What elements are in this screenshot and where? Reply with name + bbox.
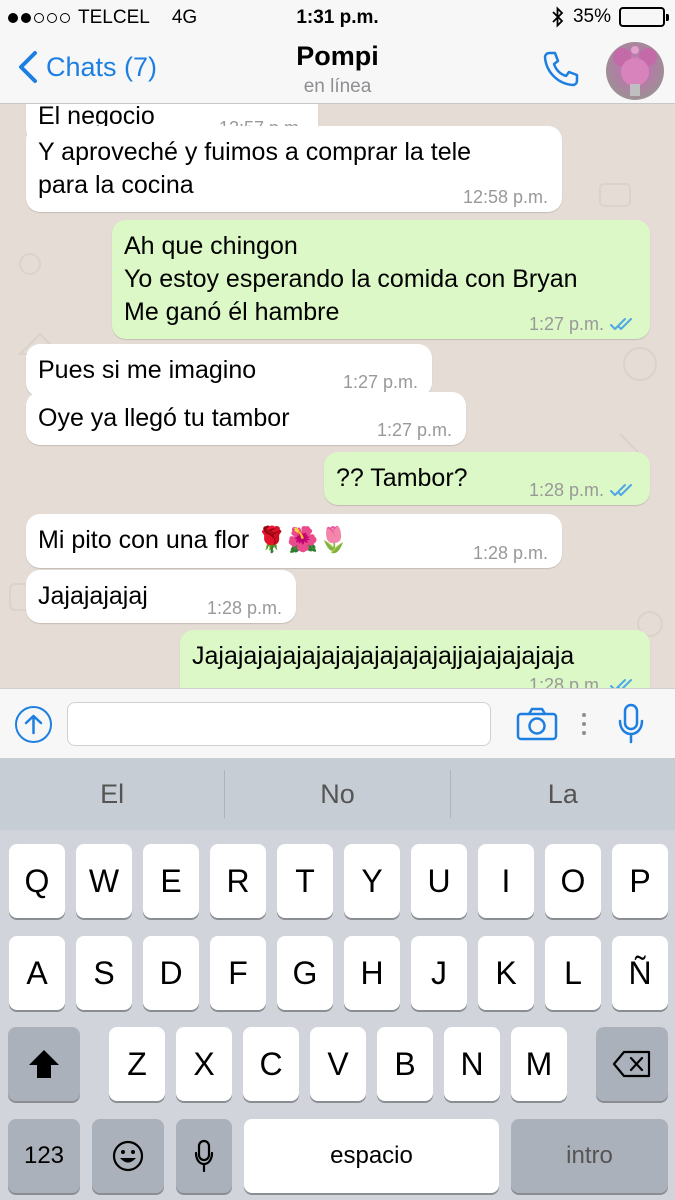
key-j[interactable]: J	[411, 936, 467, 1010]
key-l[interactable]: L	[545, 936, 601, 1010]
key-ñ[interactable]: Ñ	[612, 936, 668, 1010]
message-timestamp: 1:28 p.m.	[529, 676, 636, 688]
incoming-message[interactable]: Y aproveché y fuimos a comprar la tele p…	[26, 126, 562, 212]
key-g[interactable]: G	[277, 936, 333, 1010]
phone-icon[interactable]	[540, 48, 582, 90]
outgoing-message[interactable]: ?? Tambor? 1:28 p.m.	[324, 452, 650, 505]
message-timestamp: 1:28 p.m.	[207, 599, 282, 617]
message-timestamp: 1:27 p.m.	[343, 373, 418, 391]
timestamp-text: 1:28 p.m.	[206, 598, 282, 618]
message-timestamp: 12:58 p.m.	[463, 188, 548, 206]
attach-button[interactable]	[15, 706, 52, 743]
emoji-icon	[112, 1140, 144, 1172]
shift-icon	[29, 1050, 59, 1078]
contact-avatar[interactable]	[606, 42, 664, 100]
return-key[interactable]: intro	[511, 1119, 668, 1193]
key-x[interactable]: X	[176, 1027, 232, 1101]
key-m[interactable]: M	[511, 1027, 567, 1101]
emoji-key[interactable]	[92, 1119, 164, 1193]
timestamp-text: 1:27 p.m.	[376, 420, 452, 440]
message-timestamp: 1:27 p.m.	[377, 421, 452, 439]
outgoing-message[interactable]: Ah que chingon Yo estoy esperando la com…	[112, 220, 650, 339]
key-o[interactable]: O	[545, 844, 601, 918]
key-n[interactable]: N	[444, 1027, 500, 1101]
key-r[interactable]: R	[210, 844, 266, 918]
space-key[interactable]: espacio	[244, 1119, 499, 1193]
incoming-message[interactable]: Oye ya llegó tu tambor 1:27 p.m.	[26, 392, 466, 445]
bluetooth-icon	[552, 6, 564, 28]
timestamp-text: 1:27 p.m.	[528, 314, 604, 334]
microphone-icon[interactable]	[618, 703, 644, 745]
camera-icon[interactable]	[516, 707, 558, 741]
status-right: 35%	[551, 6, 669, 28]
incoming-message[interactable]: Pues si me imagino 1:27 p.m.	[26, 344, 432, 397]
key-p[interactable]: P	[612, 844, 668, 918]
more-vertical-icon[interactable]	[580, 711, 588, 737]
read-receipt-icon	[610, 318, 632, 330]
read-receipt-icon	[610, 679, 632, 688]
dictation-key[interactable]	[176, 1119, 232, 1193]
microphone-icon	[194, 1139, 214, 1173]
predictive-bar: El No La	[0, 758, 675, 830]
timestamp-text: 1:28 p.m.	[528, 480, 604, 500]
backspace-icon	[612, 1050, 651, 1078]
suggestion-2[interactable]: No	[225, 758, 449, 830]
status-bar: TELCEL 4G 1:31 p.m. 35%	[0, 0, 675, 36]
suggestion-1[interactable]: El	[0, 758, 224, 830]
message-timestamp: 1:28 p.m.	[529, 481, 636, 499]
timestamp-text: 1:28 p.m.	[472, 543, 548, 563]
key-v[interactable]: V	[310, 1027, 366, 1101]
key-q[interactable]: Q	[9, 844, 65, 918]
composer-bar	[0, 688, 675, 758]
battery-percent: 35%	[572, 6, 611, 27]
key-t[interactable]: T	[277, 844, 333, 918]
key-f[interactable]: F	[210, 936, 266, 1010]
incoming-message[interactable]: Jajajajajaj 1:28 p.m.	[26, 570, 296, 623]
key-b[interactable]: B	[377, 1027, 433, 1101]
message-timestamp: 1:28 p.m.	[473, 544, 548, 562]
suggestion-3[interactable]: La	[451, 758, 675, 830]
read-receipt-icon	[610, 484, 632, 496]
key-y[interactable]: Y	[344, 844, 400, 918]
key-i[interactable]: I	[478, 844, 534, 918]
key-s[interactable]: S	[76, 936, 132, 1010]
chat-area[interactable]: El negocio12:57 p.m.Y aproveché y fuimos…	[0, 104, 675, 688]
key-w[interactable]: W	[76, 844, 132, 918]
numbers-key[interactable]: 123	[8, 1119, 80, 1193]
outgoing-message[interactable]: Jajajajajajajajajajajajajajjajajajajaja 1…	[180, 630, 650, 688]
key-h[interactable]: H	[344, 936, 400, 1010]
battery-icon	[619, 7, 669, 27]
timestamp-text: 1:27 p.m.	[342, 372, 418, 392]
timestamp-text: 12:58 p.m.	[462, 187, 548, 207]
arrow-up-icon	[24, 714, 43, 735]
backspace-key[interactable]	[596, 1027, 668, 1101]
keyboard: 123 espacio intro QWERTYUIOP ASDFGHJKLÑ ZX…	[0, 830, 675, 1200]
message-input[interactable]	[67, 702, 491, 746]
key-e[interactable]: E	[143, 844, 199, 918]
shift-key[interactable]	[8, 1027, 80, 1101]
incoming-message[interactable]: Mi pito con una flor 🌹🌺🌷 1:28 p.m.	[26, 514, 562, 568]
key-k[interactable]: K	[478, 936, 534, 1010]
message-text: Jajajajajajajajajajajajajajjajajajajaja	[192, 642, 575, 670]
key-c[interactable]: C	[243, 1027, 299, 1101]
key-a[interactable]: A	[9, 936, 65, 1010]
timestamp-text: 1:28 p.m.	[528, 675, 604, 688]
chat-header: Chats (7) Pompi en línea	[0, 36, 675, 104]
key-z[interactable]: Z	[109, 1027, 165, 1101]
message-timestamp: 1:27 p.m.	[529, 315, 636, 333]
key-u[interactable]: U	[411, 844, 467, 918]
key-d[interactable]: D	[143, 936, 199, 1010]
